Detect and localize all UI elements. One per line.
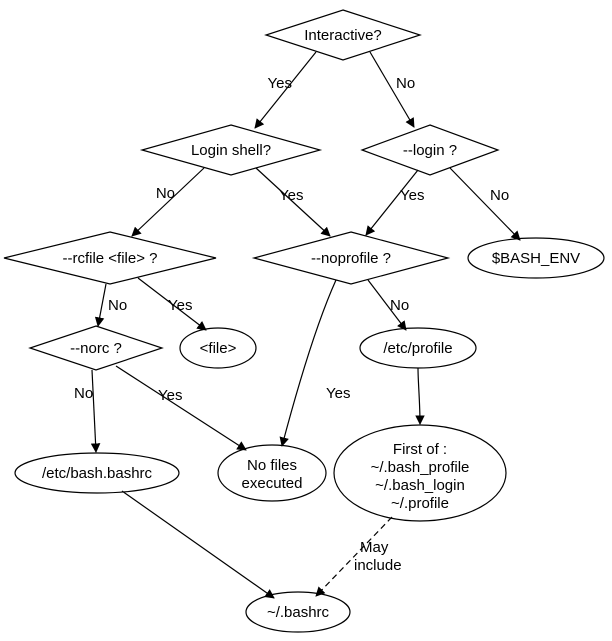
edge-noprofile-yes [282,280,336,446]
node-norc: --norc ? [30,326,162,370]
label-etc-bashrc: /etc/bash.bashrc [42,465,153,482]
edge-label-interactive-no: No [396,75,415,92]
label-noprofile: --noprofile ? [311,250,391,267]
label-first-of-1: ~/.bash_profile [371,459,470,476]
edge-label-may-1: May [360,539,389,556]
label-interactive: Interactive? [304,27,382,44]
label-first-of-3: ~/.profile [391,495,449,512]
edge-label-rcfile-no: No [108,297,127,314]
edge-rcfile-no [98,284,106,326]
label-no-files-1: No files [247,457,297,474]
label-bash-env: $BASH_ENV [492,250,580,267]
node-noprofile: --noprofile ? [254,232,448,284]
label-login-shell: Login shell? [191,142,271,159]
edge-label-noprofile-yes: Yes [326,385,350,402]
node-no-files: No files executed [218,445,326,501]
edge-label-noprofile-no: No [390,297,409,314]
node-login-shell: Login shell? [142,125,320,175]
edge-label-norc-no: No [74,385,93,402]
edge-norc-no [92,370,96,452]
edge-loginopt-no [450,168,520,240]
label-file: <file> [200,340,237,357]
edge-label-loginshell-no: No [156,185,175,202]
edge-label-interactive-yes: Yes [268,75,292,92]
node-interactive: Interactive? [266,10,420,60]
bash-startup-flowchart: Interactive? Login shell? --login ? --rc… [0,0,612,641]
node-rcfile: --rcfile <file> ? [4,232,216,284]
label-first-of-2: ~/.bash_login [375,477,465,494]
node-etc-bashrc: /etc/bash.bashrc [15,453,179,493]
edge-norc-yes [116,366,246,450]
edge-loginshell-no [132,168,204,236]
label-rcfile: --rcfile <file> ? [62,250,157,267]
label-login-opt: --login ? [403,142,457,159]
node-bash-env: $BASH_ENV [468,238,604,278]
edge-label-norc-yes: Yes [158,387,182,404]
edge-label-rcfile-yes: Yes [168,297,192,314]
edge-label-loginshell-yes: Yes [279,187,303,204]
node-login-opt: --login ? [362,125,498,175]
label-norc: --norc ? [70,340,122,357]
node-etc-profile: /etc/profile [360,328,476,368]
edge-etcbashrc-home [122,491,274,598]
edge-label-loginopt-yes: Yes [400,187,424,204]
edge-etcprofile-firstof [418,368,420,424]
node-home-bashrc: ~/.bashrc [246,592,350,632]
node-file: <file> [180,328,256,368]
label-etc-profile: /etc/profile [383,340,452,357]
label-home-bashrc: ~/.bashrc [267,604,330,621]
edge-label-may-2: include [354,557,402,574]
edge-label-loginopt-no: No [490,187,509,204]
node-first-of: First of : ~/.bash_profile ~/.bash_login… [334,425,506,521]
label-first-of-0: First of : [393,441,447,458]
label-no-files-2: executed [242,475,303,492]
